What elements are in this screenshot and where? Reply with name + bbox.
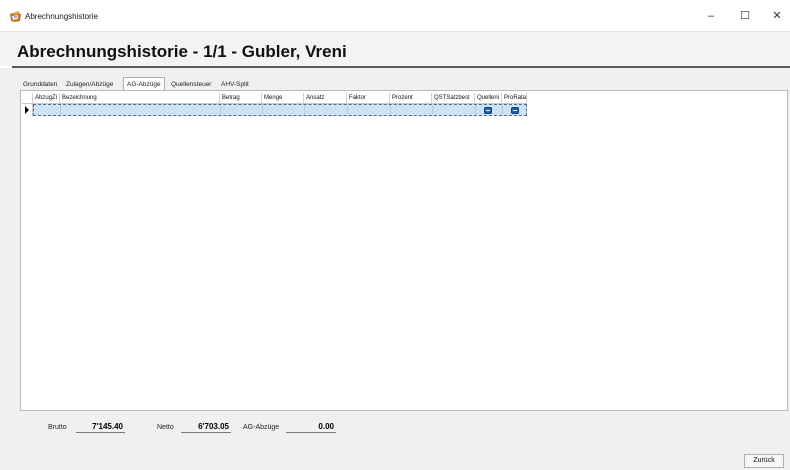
cell-divider [475, 105, 476, 115]
cell-divider [304, 105, 305, 115]
current-row-arrow-icon [25, 106, 29, 114]
deductions-grid: AbzugZi Bezeichnung Betrag Menge Ansatz … [22, 93, 527, 118]
col-header-prorata[interactable]: ProRata [502, 93, 527, 104]
tab-ag-abzuege[interactable]: AG-Abzüge [123, 77, 165, 91]
col-header-qstsatzbest[interactable]: QSTSatzbest [432, 93, 475, 104]
col-header-menge[interactable]: Menge [262, 93, 304, 104]
netto-value: 6'703.05 [181, 422, 231, 433]
col-header-abzugzi[interactable]: AbzugZi [33, 93, 60, 104]
grid-corner-header [22, 93, 33, 104]
page-title: Abrechnungshistorie - 1/1 - Gubler, Vren… [17, 42, 347, 61]
minimize-button[interactable]: – [700, 8, 722, 24]
cell-divider [347, 105, 348, 115]
cell-divider [220, 105, 221, 115]
brutto-value: 7'145.40 [76, 422, 125, 433]
table-row[interactable] [33, 104, 527, 116]
ag-abzuege-label: AG-Abzüge [243, 424, 280, 431]
page-header: Abrechnungshistorie - 1/1 - Gubler, Vren… [0, 31, 790, 66]
prorata-checkbox[interactable] [511, 107, 519, 114]
maximize-button[interactable]: ☐ [734, 8, 756, 24]
col-header-ansatz[interactable]: Ansatz [304, 93, 347, 104]
close-button[interactable]: ✕ [766, 8, 788, 24]
col-header-quelleni[interactable]: Quelleni [475, 93, 502, 104]
back-button[interactable]: Zurück [744, 454, 784, 468]
col-header-prozent[interactable]: Prozent [390, 93, 432, 104]
brutto-label: Brutto [48, 424, 67, 431]
row-indicator[interactable] [22, 104, 33, 116]
tab-panel-ag-abzuege [20, 90, 788, 411]
cell-divider [262, 105, 263, 115]
window-title: Abrechnungshistorie [25, 12, 98, 21]
cell-divider [432, 105, 433, 115]
col-header-faktor[interactable]: Faktor [347, 93, 390, 104]
cell-divider [60, 105, 61, 115]
cell-divider [502, 105, 503, 115]
cell-divider [390, 105, 391, 115]
netto-label: Netto [157, 424, 174, 431]
col-header-betrag[interactable]: Betrag [220, 93, 262, 104]
col-header-bezeichnung[interactable]: Bezeichnung [60, 93, 220, 104]
app-icon [10, 11, 21, 22]
window-titlebar: Abrechnungshistorie – ☐ ✕ [0, 0, 790, 31]
quelleni-checkbox[interactable] [484, 107, 492, 114]
ag-abzuege-value: 0.00 [286, 422, 336, 433]
